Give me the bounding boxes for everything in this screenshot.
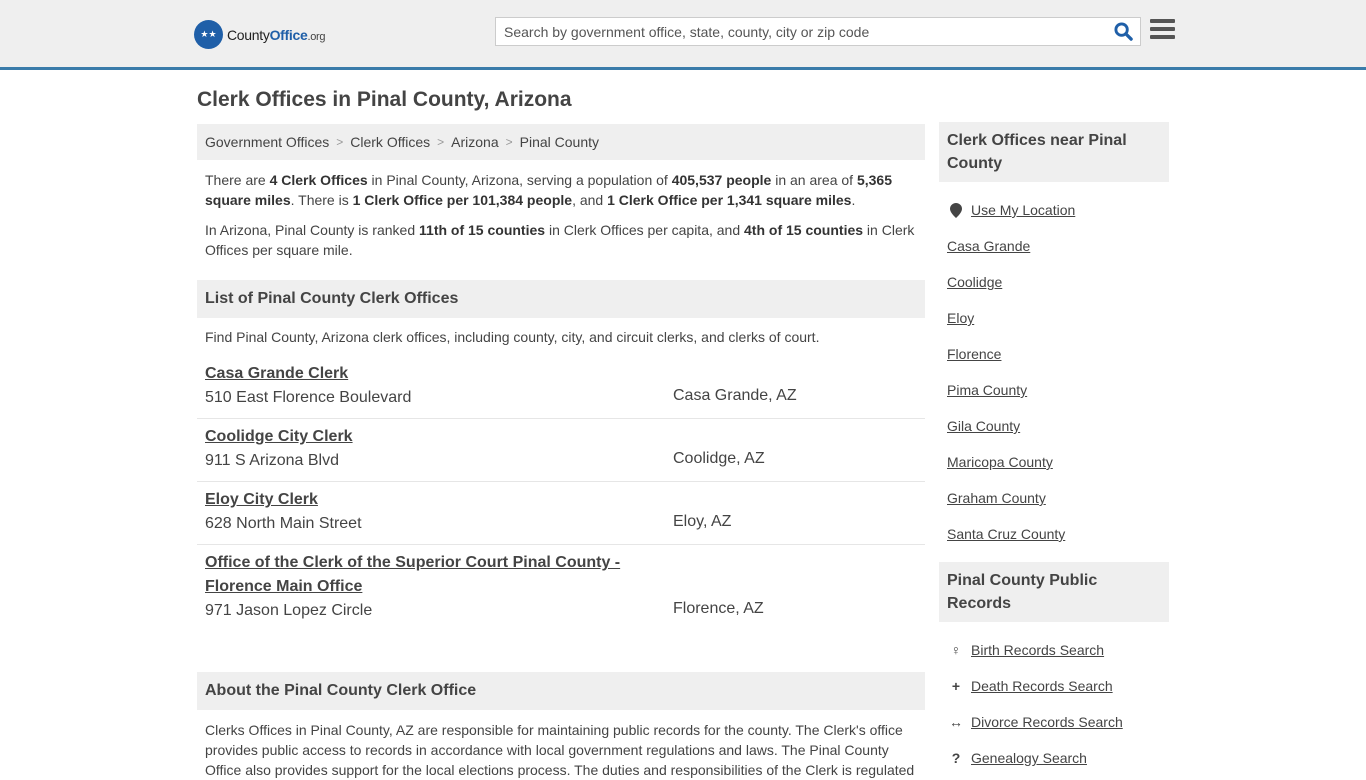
nearby-link[interactable]: Florence bbox=[947, 346, 1001, 362]
text-segment: in an area of bbox=[771, 172, 857, 188]
office-name-link[interactable]: Eloy City Clerk bbox=[205, 488, 635, 512]
text-segment: in Pinal County, Arizona, serving a popu… bbox=[367, 172, 672, 188]
nearby-item[interactable]: Eloy bbox=[947, 300, 1161, 336]
search-bar bbox=[495, 17, 1141, 46]
text-segment: . bbox=[851, 192, 856, 208]
logo-text-org: .org bbox=[307, 30, 326, 43]
nearby-link[interactable]: Casa Grande bbox=[947, 238, 1030, 254]
office-name-link[interactable]: Office of the Clerk of the Superior Cour… bbox=[205, 551, 635, 599]
search-icon bbox=[1113, 22, 1133, 41]
records-link[interactable]: Birth Records Search bbox=[971, 642, 1104, 658]
records-link[interactable]: Divorce Records Search bbox=[971, 714, 1123, 730]
sidebar: Clerk Offices near Pinal County Use My L… bbox=[939, 122, 1169, 776]
text-segment: There are bbox=[205, 172, 270, 188]
text-segment: , and bbox=[572, 192, 608, 208]
nearby-item[interactable]: Casa Grande bbox=[947, 228, 1161, 264]
text-segment: In Arizona, Pinal County is ranked bbox=[205, 222, 420, 238]
records-link[interactable]: Genealogy Search bbox=[971, 750, 1087, 766]
office-address: 971 Jason Lopez Circle bbox=[205, 602, 373, 619]
search-input[interactable] bbox=[496, 18, 1106, 45]
nearby-item[interactable]: Gila County bbox=[947, 408, 1161, 444]
nearby-link[interactable]: Pima County bbox=[947, 382, 1027, 398]
records-item[interactable]: ♀ Birth Records Search bbox=[947, 632, 1161, 668]
logo[interactable]: ★★ CountyOffice.org bbox=[194, 20, 326, 49]
nearby-link[interactable]: Eloy bbox=[947, 310, 974, 326]
about-text: Clerks Offices in Pinal County, AZ are r… bbox=[205, 722, 915, 778]
use-my-location-link[interactable]: Use My Location bbox=[971, 202, 1075, 218]
office-list: Casa Grande Clerk 510 East Florence Boule… bbox=[197, 356, 925, 631]
office-city: Florence, AZ bbox=[673, 600, 764, 617]
nearby-link[interactable]: Gila County bbox=[947, 418, 1020, 434]
text-segment: . There is bbox=[290, 192, 353, 208]
office-city: Eloy, AZ bbox=[673, 513, 732, 530]
intro: There are 4 Clerk Offices in Pinal Count… bbox=[197, 124, 925, 260]
office-name-link[interactable]: Coolidge City Clerk bbox=[205, 425, 635, 449]
highlight-stat: 4th of 15 counties bbox=[744, 222, 864, 238]
office-address: 628 North Main Street bbox=[205, 515, 362, 532]
about-section: About the Pinal County Clerk Office Cler… bbox=[197, 672, 925, 780]
records-item[interactable]: + Death Records Search bbox=[947, 668, 1161, 704]
logo-text-office: Office bbox=[269, 26, 308, 43]
highlight-stat: 405,537 people bbox=[671, 172, 772, 188]
office-address: 911 S Arizona Blvd bbox=[205, 452, 340, 469]
office-name-link[interactable]: Casa Grande Clerk bbox=[205, 362, 635, 386]
site-header: ★★ CountyOffice.org bbox=[0, 0, 1366, 70]
question-icon: ? bbox=[951, 750, 961, 766]
nearby-item[interactable]: Graham County bbox=[947, 480, 1161, 516]
use-my-location-item[interactable]: Use My Location bbox=[947, 192, 1161, 228]
page-title: Clerk Offices in Pinal County, Arizona bbox=[197, 88, 572, 111]
hamburger-menu-icon[interactable] bbox=[1150, 19, 1175, 41]
nearby-item[interactable]: Florence bbox=[947, 336, 1161, 372]
nearby-heading: Clerk Offices near Pinal County bbox=[939, 122, 1169, 182]
office-list-item: Casa Grande Clerk 510 East Florence Boule… bbox=[197, 356, 925, 419]
office-city: Coolidge, AZ bbox=[673, 450, 765, 467]
highlight-stat: 1 Clerk Office per 1,341 square miles bbox=[607, 192, 852, 208]
nearby-link[interactable]: Coolidge bbox=[947, 274, 1002, 290]
records-item[interactable]: ↔ Divorce Records Search bbox=[947, 704, 1161, 740]
intro-summary: There are 4 Clerk Offices in Pinal Count… bbox=[197, 170, 925, 210]
search-button[interactable] bbox=[1106, 18, 1140, 45]
highlight-stat: 4 Clerk Offices bbox=[269, 172, 368, 188]
text-segment: in Clerk Offices per capita, and bbox=[545, 222, 745, 238]
office-list-item: Office of the Clerk of the Superior Cour… bbox=[197, 545, 925, 631]
cross-icon: + bbox=[951, 678, 961, 694]
list-heading: List of Pinal County Clerk Offices bbox=[197, 280, 925, 318]
office-list-item: Eloy City Clerk 628 North Main Street Eloy… bbox=[197, 482, 925, 545]
nearby-item[interactable]: Maricopa County bbox=[947, 444, 1161, 480]
office-address: 510 East Florence Boulevard bbox=[205, 389, 412, 406]
logo-text-county: County bbox=[227, 26, 270, 43]
intro-ranking: In Arizona, Pinal County is ranked 11th … bbox=[197, 220, 925, 260]
arrows-horizontal-icon: ↔ bbox=[949, 714, 963, 730]
nearby-link[interactable]: Graham County bbox=[947, 490, 1046, 506]
logo-text: CountyOffice.org bbox=[227, 26, 326, 43]
nearby-list: Use My Location Casa Grande Coolidge Eloy F… bbox=[939, 182, 1169, 552]
nearby-item[interactable]: Santa Cruz County bbox=[947, 516, 1161, 552]
logo-eagle-icon: ★★ bbox=[194, 20, 223, 49]
about-heading: About the Pinal County Clerk Office bbox=[197, 672, 925, 710]
records-heading: Pinal County Public Records bbox=[939, 562, 1169, 622]
records-link[interactable]: Death Records Search bbox=[971, 678, 1113, 694]
main-content: Government Offices > Clerk Offices > Arizona… bbox=[197, 124, 925, 778]
map-marker-icon bbox=[947, 202, 965, 218]
office-city: Casa Grande, AZ bbox=[673, 387, 797, 404]
highlight-stat: 11th of 15 counties bbox=[419, 222, 546, 238]
list-description: Find Pinal County, Arizona clerk offices… bbox=[205, 329, 820, 345]
highlight-stat: 1 Clerk Office per 101,384 people bbox=[352, 192, 573, 208]
nearby-item[interactable]: Pima County bbox=[947, 372, 1161, 408]
records-item[interactable]: ? Genealogy Search bbox=[947, 740, 1161, 776]
nearby-link[interactable]: Santa Cruz County bbox=[947, 526, 1065, 542]
nearby-item[interactable]: Coolidge bbox=[947, 264, 1161, 300]
office-list-item: Coolidge City Clerk 911 S Arizona Blvd Coo… bbox=[197, 419, 925, 482]
records-list: ♀ Birth Records Search + Death Records Sear… bbox=[939, 622, 1169, 776]
nearby-link[interactable]: Maricopa County bbox=[947, 454, 1053, 470]
child-icon: ♀ bbox=[950, 642, 962, 658]
